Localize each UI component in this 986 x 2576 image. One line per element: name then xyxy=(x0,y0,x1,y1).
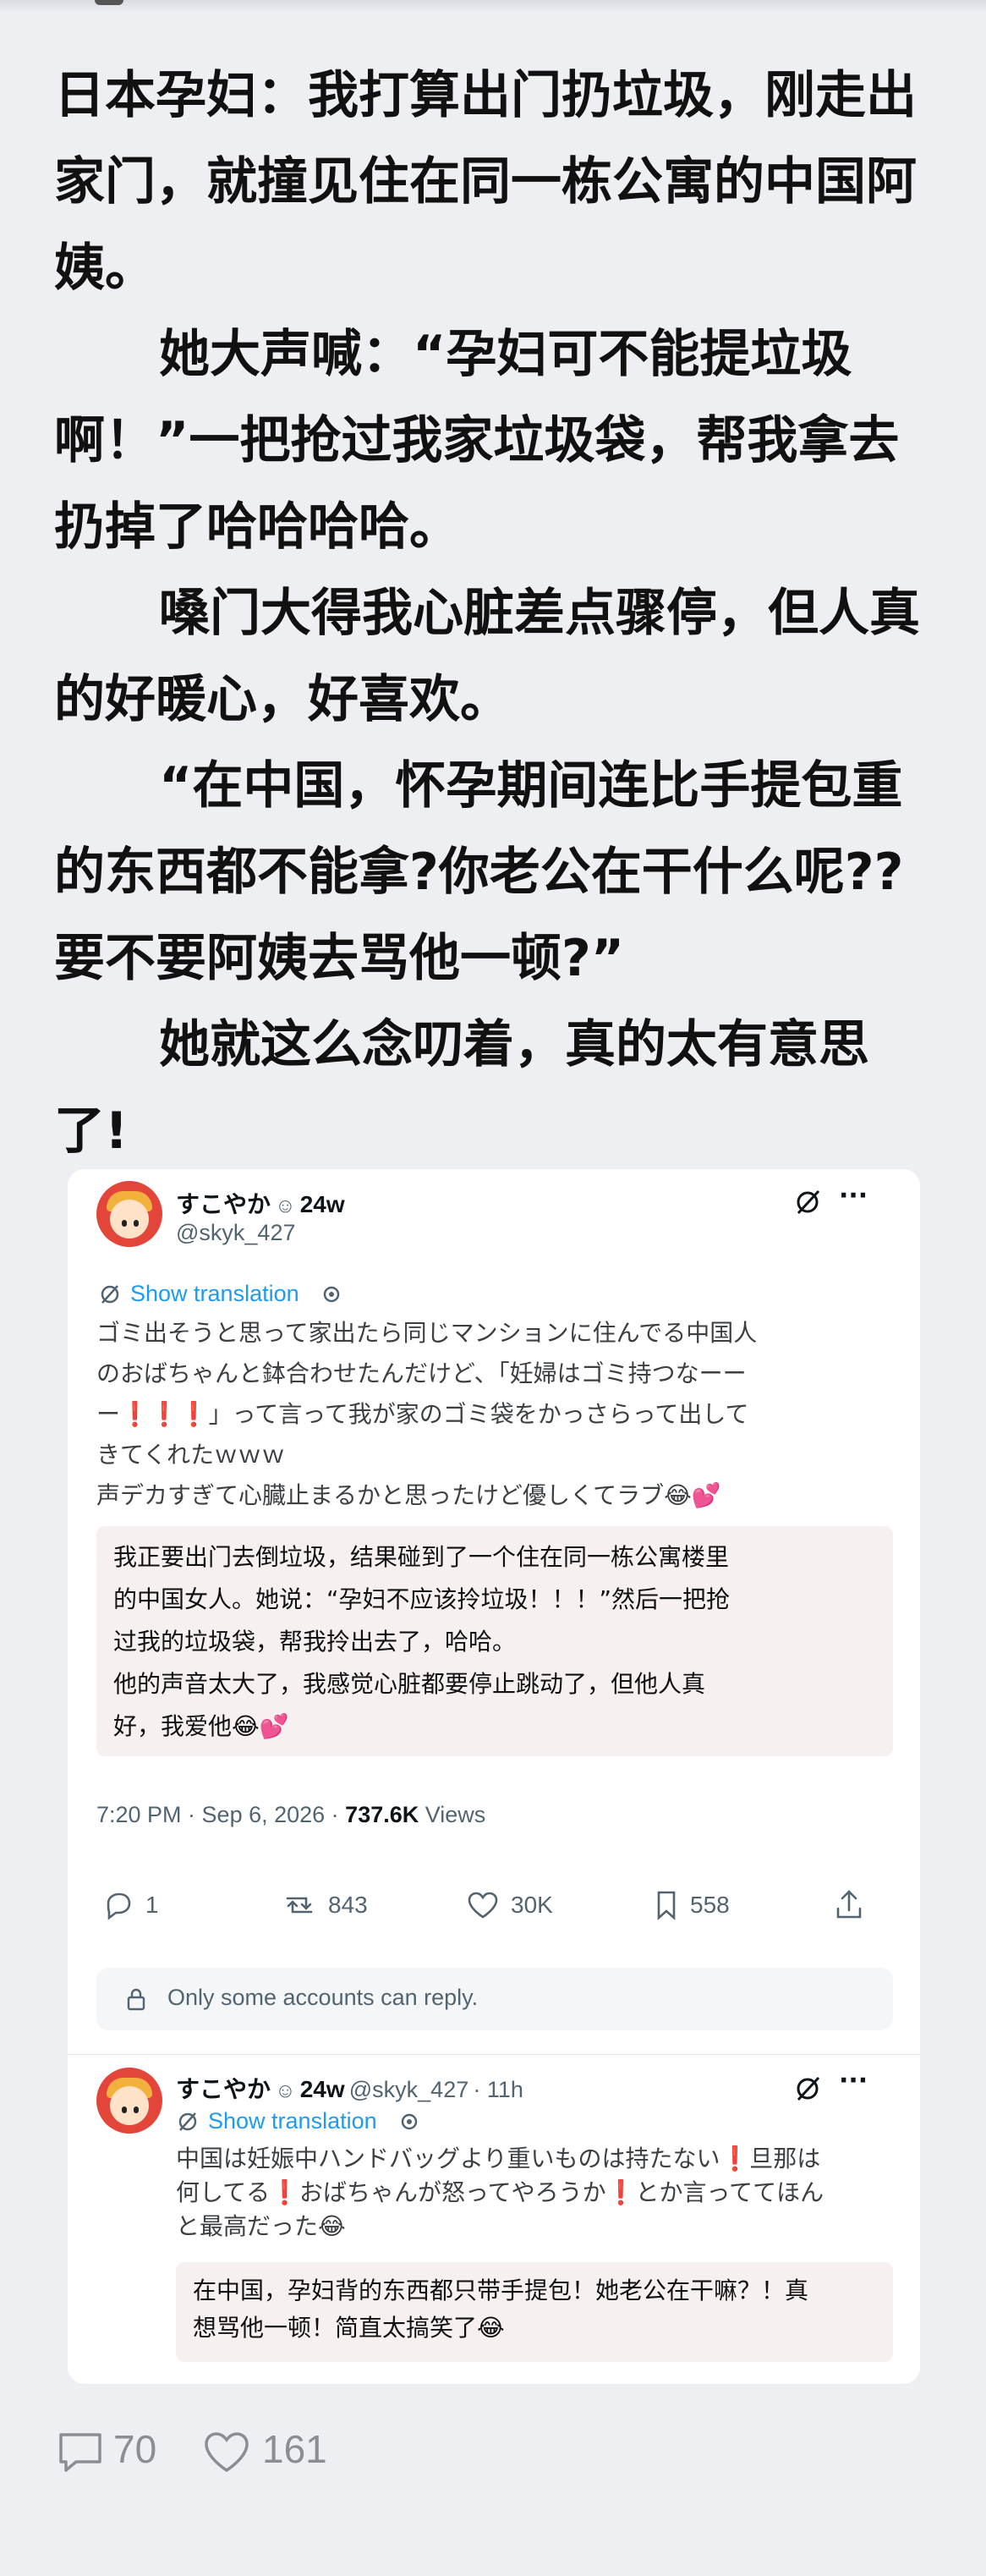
text-line: と最高だった😂 xyxy=(176,2212,346,2240)
show-translation-link[interactable]: Show translation xyxy=(208,2108,377,2134)
post-paragraph: 她就这么念叨着，真的太有意思了! xyxy=(54,1015,869,1161)
gear-icon[interactable] xyxy=(320,1283,343,1306)
top-edge xyxy=(0,0,986,12)
divider xyxy=(68,2054,920,2055)
comment-count: 70 xyxy=(113,2427,157,2471)
reply-icon[interactable] xyxy=(101,1888,135,1922)
text-line: 声デカすぎて心臓止まるかと思ったけど優しくてラブ😂💕 xyxy=(96,1481,721,1509)
post-paragraph: 她大声喊：“孕妇可不能提垃圾啊！”一把抢过我家垃圾袋，帮我拿去扔掉了哈哈哈哈。 xyxy=(54,325,900,557)
reply-count: 1 xyxy=(145,1892,159,1918)
post-paragraph: “在中国，怀孕期间连比手提包重的东西都不能拿?你老公在干什么呢??要不要阿姨去骂… xyxy=(54,756,904,988)
views-label: Views xyxy=(419,1802,486,1827)
reply-author-line[interactable]: すこやか ☺ 24w @skyk_427 · 11h xyxy=(176,2071,523,2105)
text-line: 何してる❗️おばちゃんが怒ってやろうか❗️とか言っててほん xyxy=(176,2178,824,2206)
post-body: 日本孕妇：我打算出门扔垃圾，刚走出家门，就撞见住在同一栋公寓的中国阿姨。 她大声… xyxy=(54,52,934,1174)
retweet-icon[interactable] xyxy=(281,1888,318,1922)
translation-box: 我正要出门去倒垃圾，结果碰到了一个住在同一栋公寓楼里 的中国女人。她说：“孕妇不… xyxy=(96,1526,893,1756)
like-count: 30K xyxy=(511,1892,553,1918)
translate-icon xyxy=(178,2112,197,2131)
more-options-icon[interactable]: ··· xyxy=(839,2066,868,2095)
show-translation-link[interactable]: Show translation xyxy=(130,1281,299,1307)
retweet-count: 843 xyxy=(328,1892,368,1918)
text-line: 我正要出门去倒垃圾，结果碰到了一个住在同一栋公寓楼里 xyxy=(113,1543,730,1571)
handle[interactable]: @skyk_427 xyxy=(176,1220,295,1246)
like-icon[interactable] xyxy=(201,2428,252,2475)
post-paragraph: 日本孕妇：我打算出门扔垃圾，刚走出家门，就撞见住在同一栋公寓的中国阿姨。 xyxy=(54,66,917,298)
text-line: 在中国，孕妇背的东西都只带手提包！她老公在干嘛？！真 xyxy=(193,2277,809,2304)
text-line: 过我的垃圾袋，帮我拎出去了，哈哈。 xyxy=(113,1628,517,1656)
author-line[interactable]: すこやか ☺ 24w xyxy=(176,1186,345,1220)
translate-icon xyxy=(101,1285,119,1304)
reply-handle: @skyk_427 xyxy=(348,2077,469,2102)
text-line: ー❗️❗️❗️」って言って我が家のゴミ袋をかっさらって出して xyxy=(96,1400,749,1428)
text-line: 好，我爱他😂💕 xyxy=(113,1712,289,1740)
like-count: 161 xyxy=(262,2427,327,2471)
text-line: 想骂他一顿！简直太搞笑了😂 xyxy=(193,2314,505,2342)
reply-account-age: 24w xyxy=(299,2076,345,2102)
bookmark-icon[interactable] xyxy=(651,1888,682,1922)
tweet-original-text: ゴミ出そうと思って家出たら同じマンションに住んでる中国人 のおばちゃんと鉢合わせ… xyxy=(96,1313,900,1516)
timestamp[interactable]: 7:20 PM · Sep 6, 2026 · xyxy=(96,1802,345,1827)
reply-translation-box: 在中国，孕妇背的东西都只带手提包！她老公在干嘛？！真 想骂他一顿！简直太搞笑了😂 xyxy=(176,2262,893,2362)
lock-icon xyxy=(127,1988,145,2011)
reply-time: · 11h xyxy=(473,2077,523,2102)
smiley-badge-icon: ☺ xyxy=(275,2079,296,2102)
post-paragraph: 嗓门大得我心脏差点骤停，但人真的好暖心，好喜欢。 xyxy=(54,584,920,729)
smiley-badge-icon: ☺ xyxy=(275,1195,296,1217)
text-line: のおばちゃんと鉢合わせたんだけど、「妊婦はゴミ持つなーー xyxy=(96,1359,747,1387)
reply-restriction-notice: Only some accounts can reply. xyxy=(96,1968,893,2030)
gear-icon[interactable] xyxy=(397,2110,421,2134)
grok-icon[interactable] xyxy=(793,1188,822,1217)
text-line: ゴミ出そうと思って家出たら同じマンションに住んでる中国人 xyxy=(96,1319,758,1347)
reply-original-text: 中国は妊娠中ハンドバッグより重いものは持たない❗️旦那は 何してる❗️おばちゃん… xyxy=(176,2142,903,2244)
account-age: 24w xyxy=(299,1191,345,1217)
cropped-avatar xyxy=(95,0,123,5)
display-name: すこやか xyxy=(176,1191,271,1217)
timestamp-line: 7:20 PM · Sep 6, 2026 · 737.6K Views xyxy=(96,1802,485,1828)
comment-icon[interactable] xyxy=(56,2428,105,2475)
avatar[interactable] xyxy=(96,1181,162,1247)
grok-icon[interactable] xyxy=(793,2074,822,2103)
tweet-card[interactable]: すこやか ☺ 24w @skyk_427 ··· Show translatio… xyxy=(68,1169,920,2384)
reply-display-name: すこやか xyxy=(176,2076,271,2102)
bookmark-count: 558 xyxy=(690,1892,730,1918)
heart-icon[interactable] xyxy=(465,1888,501,1922)
text-line: きてくれたｗｗｗ xyxy=(96,1441,286,1469)
views-count: 737.6K xyxy=(345,1802,419,1827)
reply-restriction-text: Only some accounts can reply. xyxy=(167,1985,479,2010)
text-line: 中国は妊娠中ハンドバッグより重いものは持たない❗️旦那は xyxy=(176,2145,821,2172)
reply-avatar[interactable] xyxy=(96,2068,162,2134)
share-icon[interactable] xyxy=(832,1887,866,1922)
text-line: 的中国女人。她说：“孕妇不应该拎垃圾！！！”然后一把抢 xyxy=(113,1585,731,1613)
text-line: 他的声音太大了，我感觉心脏都要停止跳动了，但他人真 xyxy=(113,1670,706,1698)
more-options-icon[interactable]: ··· xyxy=(839,1181,868,1211)
